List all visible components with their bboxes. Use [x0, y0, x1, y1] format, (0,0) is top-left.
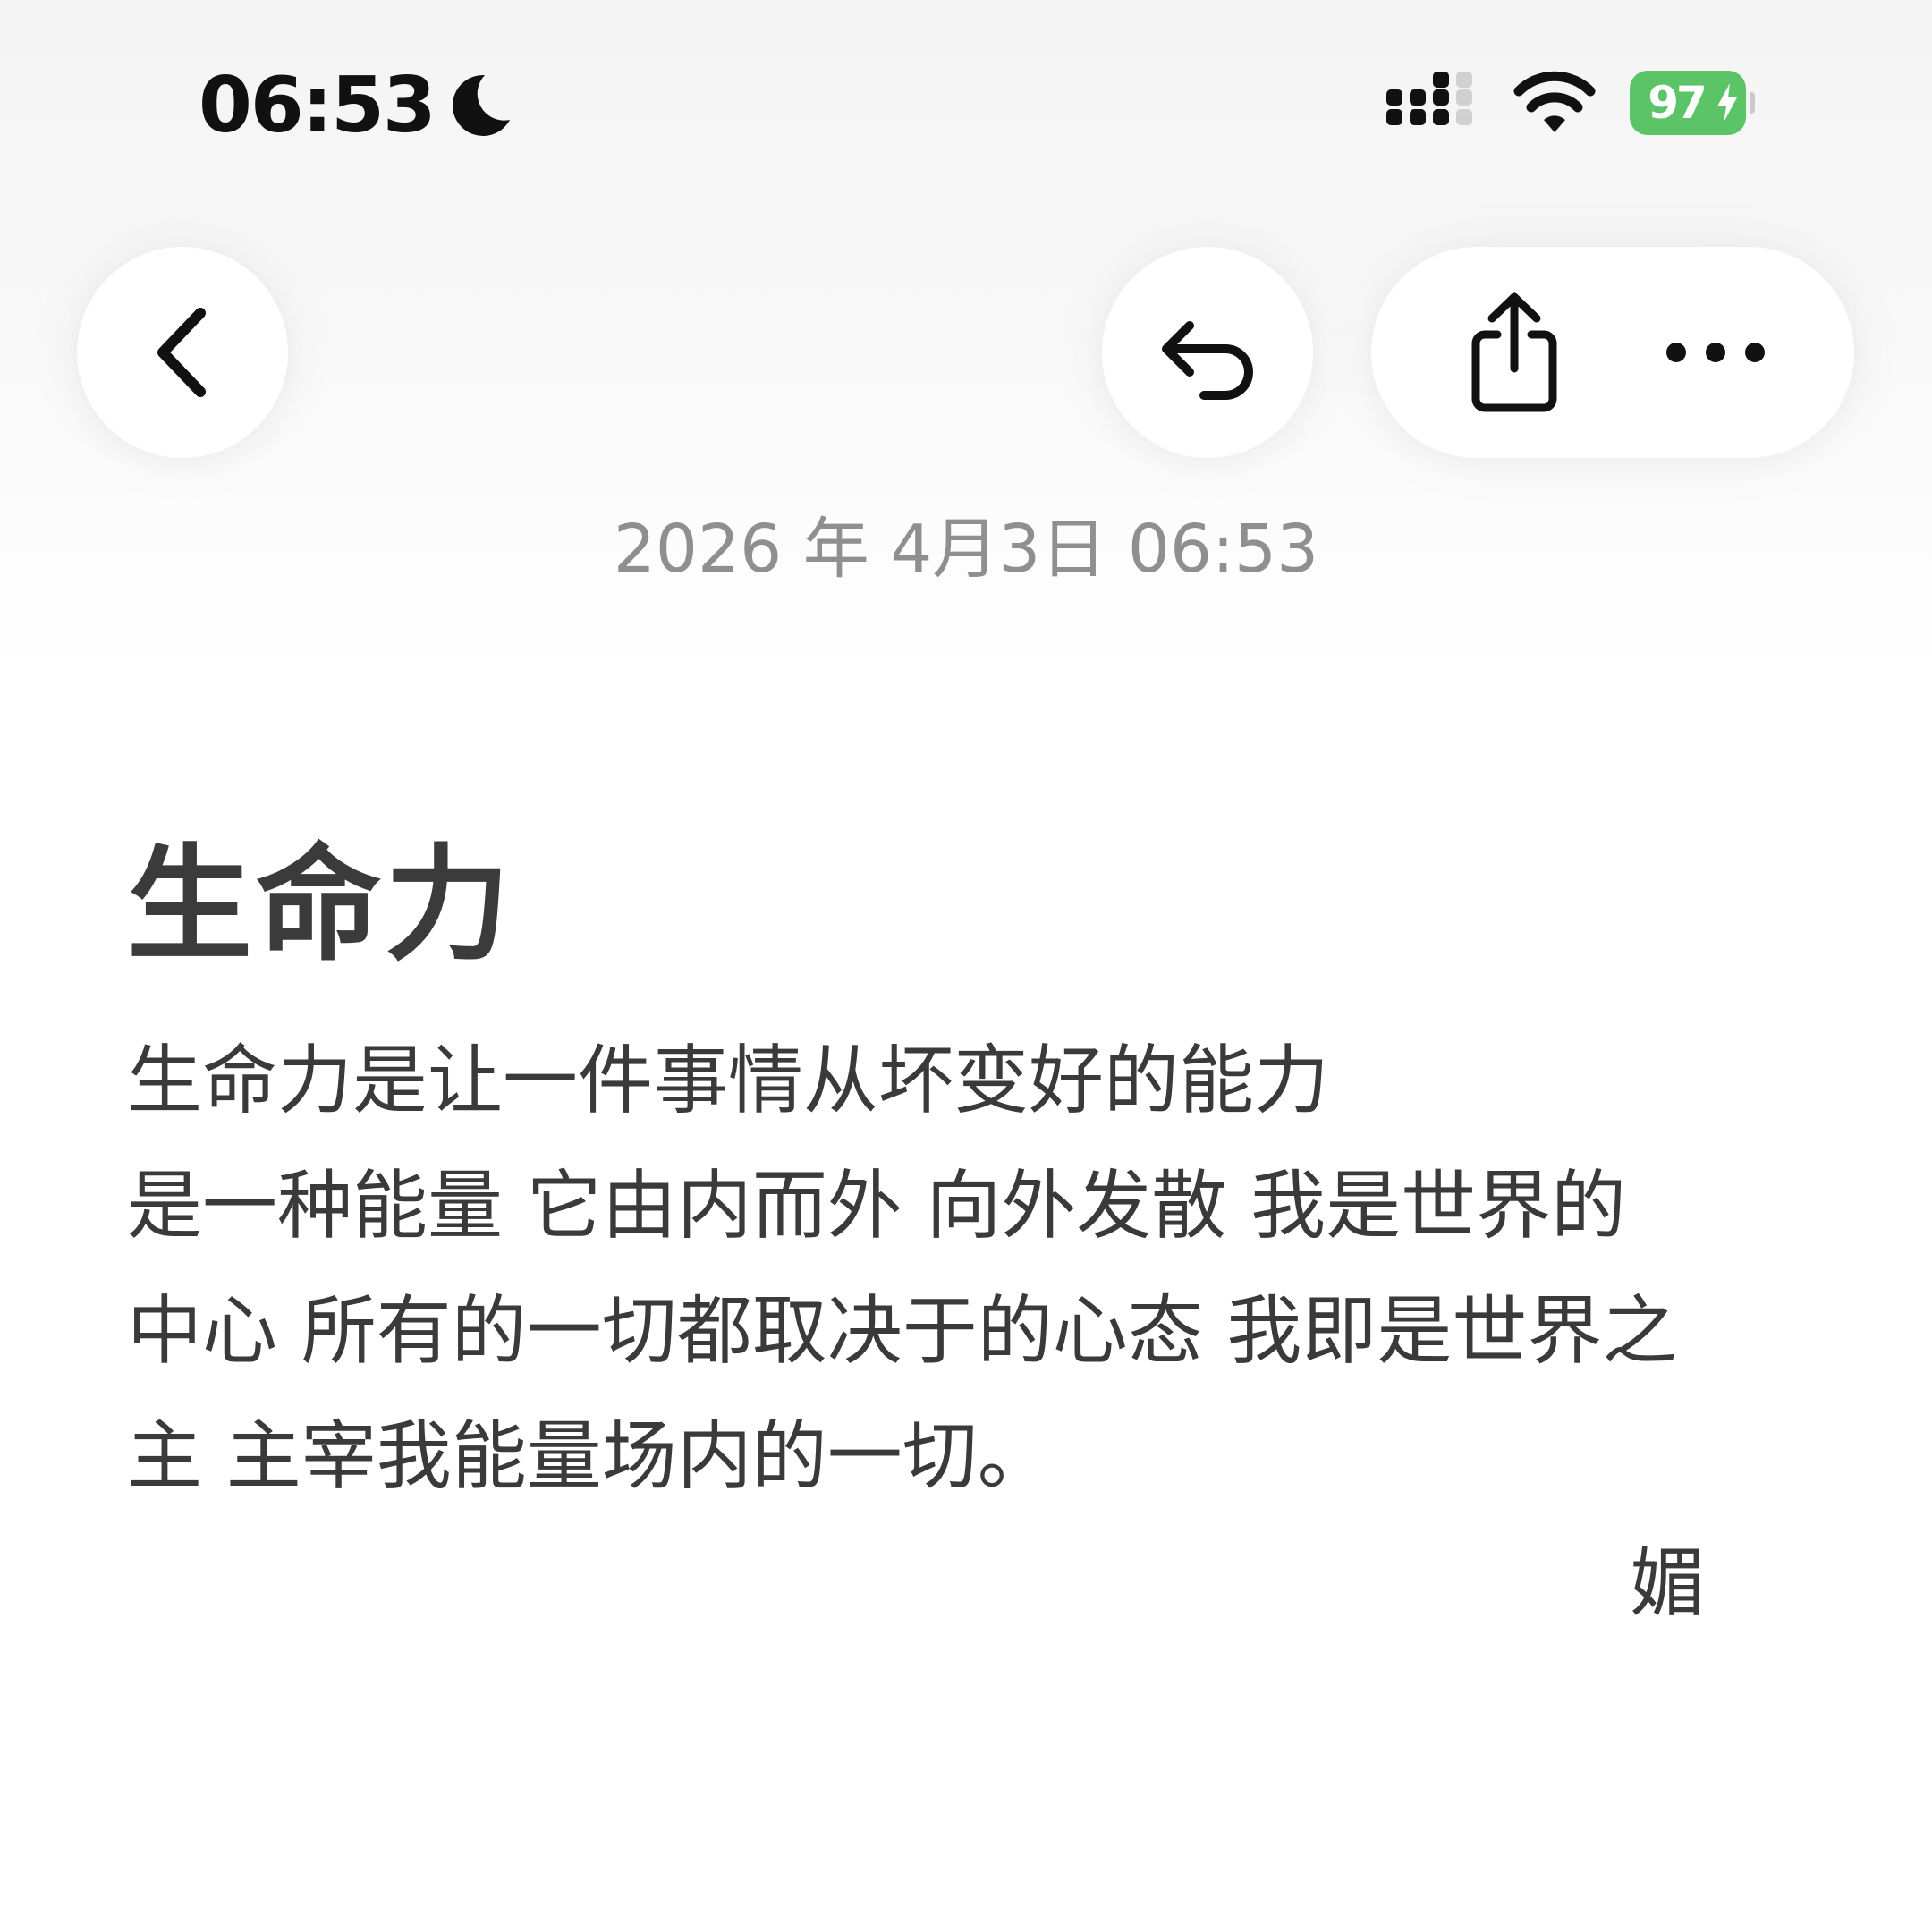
note-line: 是一种能量 它由内而外 向外发散 我是世界的 — [127, 1162, 1627, 1250]
moon-icon — [453, 74, 510, 136]
ellipsis-icon — [1666, 343, 1765, 362]
more-options-button[interactable] — [1613, 247, 1818, 458]
note-line: 中心 所有的一切都取决于的心态 我即是世界之 — [127, 1287, 1678, 1375]
note-line: 主 主宰我能量场内的一切。 — [127, 1412, 1053, 1500]
undo-arrow-icon — [1162, 321, 1253, 400]
battery-indicator: 97 — [1630, 71, 1755, 135]
battery-cap — [1750, 92, 1755, 114]
note-title[interactable]: 生命力 — [127, 839, 513, 973]
note-date: 2026 年 4月3日 06:53 — [613, 511, 1319, 588]
share-button[interactable] — [1416, 247, 1613, 458]
share-icon — [1471, 292, 1557, 412]
note-body[interactable]: 生命力是让一件事情从坏变好的能力 是一种能量 它由内而外 向外发散 我是世界的 … — [127, 1018, 1800, 1519]
cellular-signal-icon — [1386, 72, 1472, 125]
charging-bolt-icon — [1717, 83, 1737, 123]
note-signature: 媚 — [1630, 1539, 1706, 1627]
chevron-left-icon — [157, 308, 206, 397]
back-button[interactable] — [77, 247, 288, 458]
actions-pill — [1371, 247, 1854, 458]
battery-body: 97 — [1630, 71, 1746, 135]
wifi-icon — [1513, 71, 1596, 132]
note-line: 生命力是让一件事情从坏变好的能力 — [127, 1037, 1330, 1124]
undo-button[interactable] — [1102, 247, 1313, 458]
battery-level: 97 — [1648, 77, 1707, 129]
status-time: 06:53 — [199, 61, 436, 150]
